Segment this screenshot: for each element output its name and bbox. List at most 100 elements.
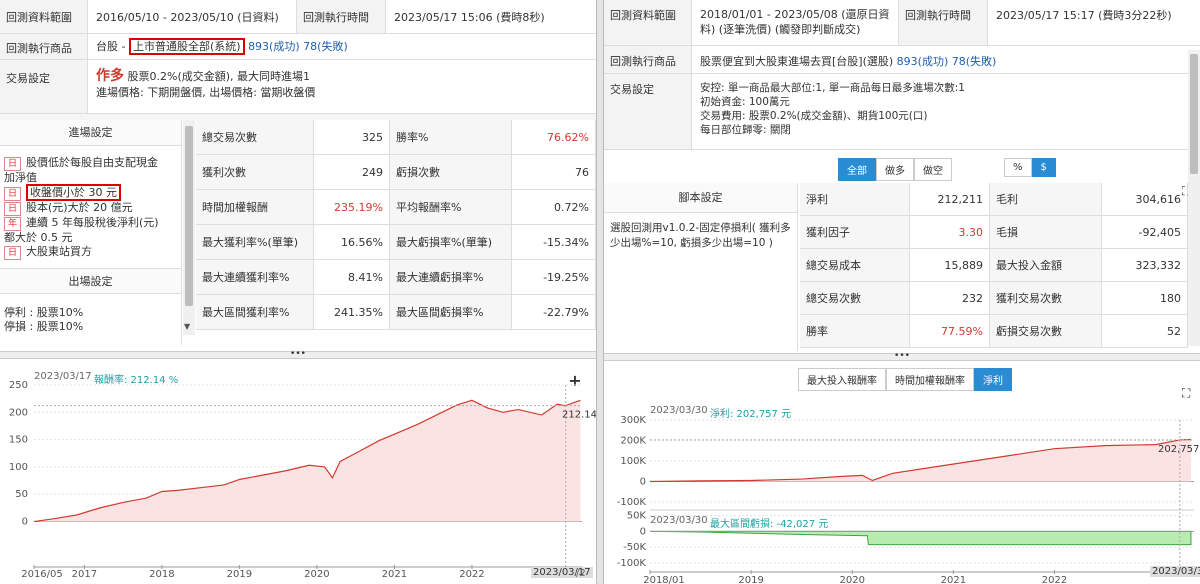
entry-item: 日股本(元)大於 20 億元 — [4, 201, 177, 216]
y-tick-label: 150 — [9, 435, 28, 446]
stat-row: 總交易次數 232 獲利交易次數 180 — [800, 282, 1188, 315]
dir-all-button[interactable]: 全部 — [838, 158, 876, 181]
stat-value: 15,889 — [910, 249, 990, 281]
dir-long-button[interactable]: 做多 — [876, 158, 914, 181]
stat-value: -15.34% — [512, 225, 596, 259]
r-scrollbar[interactable] — [1188, 50, 1200, 346]
stat-label: 總交易成本 — [800, 249, 910, 281]
stat-label: 總交易次數 — [196, 120, 314, 154]
entry-item: 日股價低於每股自由支配現金 — [4, 156, 177, 171]
entry-item: 年連續 5 年每股稅後淨利(元) — [4, 216, 177, 231]
right-profit-chart: 300K200K100K0-100K202,75750K0-50K-100K20… — [617, 415, 1200, 584]
exit-list: 停利 : 股票10% 停損 : 股票10% — [4, 306, 83, 334]
stat-value: 3.30 — [910, 216, 990, 248]
stat-value: 77.59% — [910, 315, 990, 347]
trade-line: 交易費用: 股票0.2%(成交金額)、期貨100元(口) — [700, 110, 928, 122]
stat-value: 8.41% — [314, 260, 390, 294]
stat-row: 總交易次數 325 勝率% 76.62% — [196, 120, 596, 155]
scrollbar-thumb[interactable] — [185, 126, 193, 306]
settings-list: 進場設定 日股價低於每股自由支配現金 加淨值日收盤價小於 30 元日股本(元)大於… — [0, 120, 182, 345]
exit-title: 出場設定 — [0, 268, 181, 294]
tab-max-invest-return[interactable]: 最大投入報酬率 — [798, 368, 886, 391]
r-product-success-link[interactable]: 893(成功) — [897, 55, 949, 68]
r-product-value: 股票便宜到大股東進場去買[台股](選股) 893(成功) 78(失敗) — [692, 46, 1004, 73]
stat-label: 最大獲利率%(單筆) — [196, 225, 314, 259]
left-split-handle[interactable]: ••• — [0, 350, 596, 359]
entry-item: 日大股東站買方 — [4, 245, 177, 260]
dir-short-button[interactable]: 做空 — [914, 158, 952, 181]
stat-value: -22.79% — [512, 295, 596, 329]
x-tick-label: 2019 — [227, 569, 252, 580]
period-tag: 日 — [4, 201, 22, 216]
unit-buttons: % $ — [1004, 158, 1056, 177]
stat-label: 獲利因子 — [800, 216, 910, 248]
product-row: 回測執行商品 台股 - 上市普通股全部(系統) 893(成功) 78(失敗) — [0, 34, 596, 60]
x-tick-label: 2017 — [72, 569, 97, 580]
product-fail-link[interactable]: 78(失敗) — [303, 40, 348, 53]
script-desc: 選股回測用v1.0.2-固定停損利( 獲利多少出場%=10, 虧損多少出場=10… — [610, 222, 791, 249]
stat-value: 232 — [910, 282, 990, 314]
stat-label: 虧損次數 — [390, 155, 512, 189]
r-exec-time-label: 回測執行時間 — [898, 0, 988, 45]
stat-label: 最大投入金額 — [990, 249, 1102, 281]
tab-net-profit[interactable]: 淨利 — [974, 368, 1012, 391]
left-x-end: /2 — [576, 568, 586, 579]
right-split-handle[interactable]: ••• — [604, 352, 1200, 361]
trade-desc1: 股票0.2%(成交金額), 最大同時進場1 — [127, 70, 311, 83]
stat-value: 16.56% — [314, 225, 390, 259]
x-tick-label: 2019 — [738, 575, 763, 584]
y-tick-label: -50K — [623, 542, 646, 553]
product-name: 上市普通股全部(系統) — [128, 38, 245, 55]
exec-time-value: 2023/05/17 15:06 (費時8秒) — [394, 11, 545, 24]
stat-label: 最大連續虧損率% — [390, 260, 512, 294]
x-tick-label: 2022 — [459, 569, 484, 580]
entry-item: 都大於 0.5 元 — [4, 231, 177, 246]
y-tick-label: 250 — [9, 380, 28, 391]
unit-percent-button[interactable]: % — [1004, 158, 1032, 177]
entry-item: 日收盤價小於 30 元 — [4, 183, 177, 201]
stat-value: 304,616 — [1102, 183, 1188, 215]
stat-value: 0.72% — [512, 190, 596, 224]
stat-label: 勝率 — [800, 315, 910, 347]
r-cursor-date: 2023/03/30 — [1150, 566, 1200, 577]
stat-value: -92,405 — [1102, 216, 1188, 248]
stat-row: 獲利因子 3.30 毛損 -92,405 — [800, 216, 1188, 249]
panel-divider[interactable] — [596, 0, 604, 584]
exit-item: 停損 : 股票10% — [4, 320, 84, 333]
x-tick-label: 2018/01 — [643, 575, 685, 584]
stat-row: 最大連續獲利率% 8.41% 最大連續虧損率% -19.25% — [196, 260, 596, 295]
stat-row: 勝率 77.59% 虧損交易次數 52 — [800, 315, 1188, 348]
period-tag: 日 — [4, 157, 22, 171]
entry-item-text: 股價低於每股自由支配現金 — [26, 156, 159, 169]
product-prefix: 台股 - — [96, 40, 126, 53]
x-tick-label: 2020 — [304, 569, 329, 580]
direction-buttons: 全部 做多 做空 — [838, 158, 952, 181]
stat-row: 總交易成本 15,889 最大投入金額 323,332 — [800, 249, 1188, 282]
right-backtest-panel: 回測資料範圍 2018/01/01 - 2023/05/08 (還原日資料) (… — [604, 0, 1200, 584]
y-tick-label: 100 — [9, 462, 28, 473]
stat-value: -19.25% — [512, 260, 596, 294]
x-tick-label: 2021 — [382, 569, 407, 580]
x-tick-label: 2021 — [941, 575, 966, 584]
script-title: 腳本設定 — [604, 183, 797, 213]
unit-dollar-button[interactable]: $ — [1031, 158, 1056, 177]
trade-desc2: 進場價格: 下期開盤價, 出場價格: 當期收盤價 — [96, 86, 316, 99]
r-product-fail-link[interactable]: 78(失敗) — [952, 55, 997, 68]
trade-line: 安控: 單一商品最大部位:1, 單一商品每日最多進場次數:1 — [700, 82, 965, 94]
entry-item-text: 大股東站買方 — [26, 245, 93, 258]
y-tick-label: 200K — [620, 436, 646, 447]
product-label: 回測執行商品 — [0, 34, 88, 59]
stat-label: 平均報酬率% — [390, 190, 512, 224]
scroll-down-icon[interactable]: ▼ — [184, 322, 190, 331]
r-range-row: 回測資料範圍 2018/01/01 - 2023/05/08 (還原日資料) (… — [604, 0, 1200, 46]
last-value-label: 212.14 — [562, 410, 596, 421]
r-scrollbar-thumb[interactable] — [1190, 54, 1198, 174]
settings-scrollbar[interactable] — [183, 120, 195, 335]
period-tag: 日 — [4, 186, 22, 201]
stat-label: 最大連續獲利率% — [196, 260, 314, 294]
script-box: 腳本設定 選股回測用v1.0.2-固定停損利( 獲利多少出場%=10, 虧損多少… — [604, 183, 798, 351]
product-success-link[interactable]: 893(成功) — [248, 40, 300, 53]
tab-time-weighted-return[interactable]: 時間加權報酬率 — [886, 368, 974, 391]
r-range-value: 2018/01/01 - 2023/05/08 (還原日資料) (逐筆洗價) (… — [700, 8, 890, 36]
range-value: 2016/05/10 - 2023/05/10 (日資料) — [96, 11, 279, 24]
